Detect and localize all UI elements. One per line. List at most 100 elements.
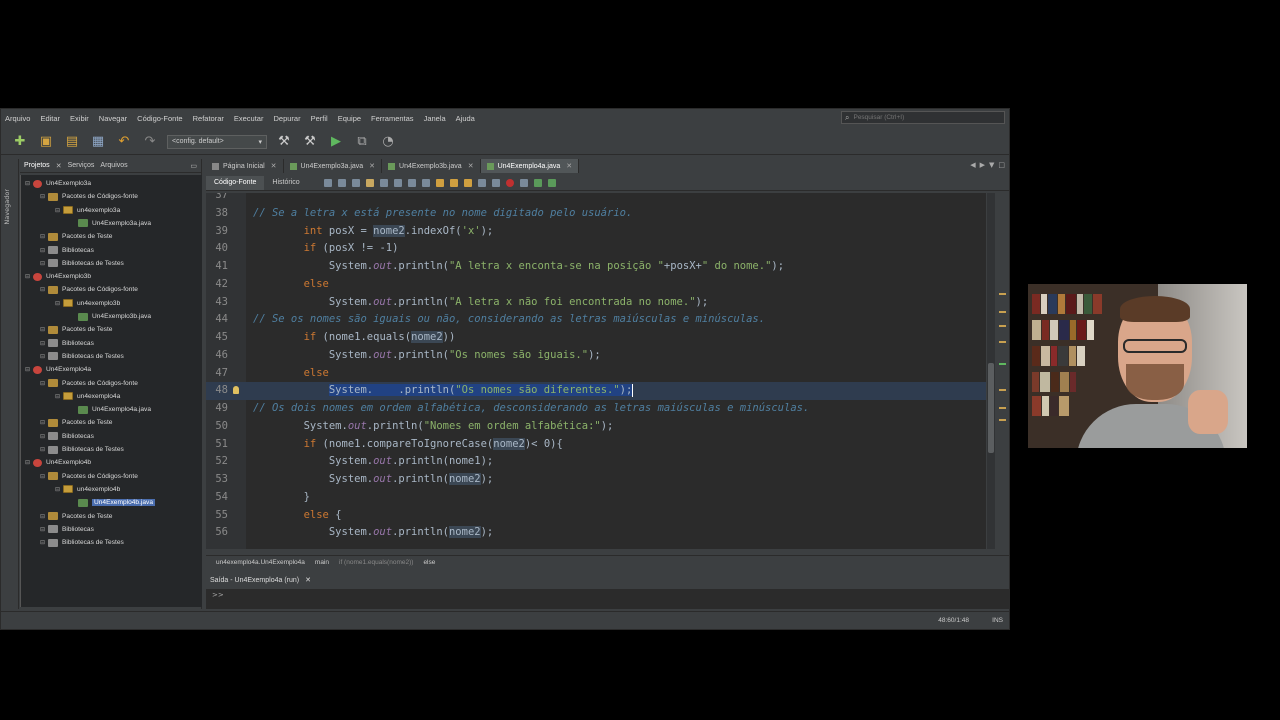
line-number[interactable]: 52 [206, 453, 228, 471]
expand-toggle-icon[interactable]: ⊟ [25, 180, 33, 187]
tab-source[interactable]: Código-Fonte [206, 175, 265, 190]
expand-toggle-icon[interactable]: ⊟ [40, 193, 48, 200]
expand-toggle-icon[interactable]: ⊟ [40, 526, 48, 533]
search-box[interactable]: ⌕ [841, 111, 1005, 124]
line-number[interactable]: 56 [206, 524, 228, 542]
last-edit-icon[interactable] [351, 178, 360, 187]
expand-toggle-icon[interactable]: ⊟ [40, 513, 48, 520]
project-tab[interactable]: Projetos [24, 162, 50, 169]
tree-item[interactable]: ⊟ un4exemplo4b [55, 483, 120, 496]
menu-item[interactable]: Executar [234, 114, 264, 123]
comment-icon[interactable] [533, 178, 542, 187]
menu-item[interactable]: Navegar [99, 114, 127, 123]
line-number[interactable]: 38 [206, 205, 228, 223]
tree-item[interactable]: ⊟ Bibliotecas de Testes [40, 443, 124, 456]
new-project-icon[interactable]: ▣ [37, 133, 55, 151]
forward-icon[interactable] [337, 178, 346, 187]
expand-toggle-icon[interactable]: ⊟ [25, 273, 33, 280]
expand-toggle-icon[interactable]: ⊟ [40, 340, 48, 347]
tree-item[interactable]: ⊟ Bibliotecas de Testes [40, 536, 124, 549]
breadcrumb-condition[interactable]: if (nome1.equals(nome2)) [339, 559, 413, 566]
code-line[interactable]: 43 System.out.println("A letra x não foi… [206, 294, 986, 312]
close-icon[interactable]: ✕ [468, 162, 474, 170]
close-icon[interactable]: ✕ [271, 162, 277, 170]
menu-item[interactable]: Janela [424, 114, 446, 123]
tree-item[interactable]: Un4Exemplo3b.java [70, 310, 151, 323]
code-line[interactable]: 54 } [206, 489, 986, 507]
file-tab[interactable]: Un4Exemplo4a.java ✕ [480, 159, 580, 173]
clean-build-icon[interactable]: ⚒ [301, 133, 319, 151]
stop-macro-icon[interactable] [505, 178, 514, 187]
expand-toggle-icon[interactable]: ⊟ [55, 300, 63, 307]
code-line[interactable]: 51 if (nome1.compareToIgnoreCase(nome2)<… [206, 436, 986, 454]
code-line[interactable]: 45 if (nome1.equals(nome2)) [206, 329, 986, 347]
expand-toggle-icon[interactable]: ⊟ [55, 393, 63, 400]
menu-item[interactable]: Exibir [70, 114, 89, 123]
tab-history[interactable]: Histórico [264, 176, 307, 190]
menu-item[interactable]: Perfil [311, 114, 328, 123]
tree-item[interactable]: ⊟ Un4Exemplo4a [25, 363, 91, 376]
code-line[interactable]: 50 System.out.println("Nomes em ordem al… [206, 418, 986, 436]
close-icon[interactable]: ✕ [369, 162, 375, 170]
expand-toggle-icon[interactable]: ⊟ [40, 233, 48, 240]
redo-icon[interactable]: ↷ [141, 133, 159, 151]
back-icon[interactable] [323, 178, 332, 187]
tree-item[interactable]: ⊟ Bibliotecas de Testes [40, 350, 124, 363]
editor-scrollbar[interactable] [987, 193, 995, 549]
chevron-down-icon[interactable]: ▼ [989, 161, 994, 169]
line-number[interactable]: 46 [206, 347, 228, 365]
line-number[interactable]: 37 [206, 193, 228, 205]
tree-item[interactable]: ⊟ un4exemplo3a [55, 204, 120, 217]
line-number[interactable]: 51 [206, 436, 228, 454]
tree-item[interactable]: ⊟ Pacotes de Teste [40, 416, 112, 429]
code-line[interactable]: 56 System.out.println(nome2); [206, 524, 986, 542]
code-line[interactable]: 44 // Se os nomes são iguais ou não, cons… [206, 311, 986, 329]
find-next-icon[interactable] [393, 178, 402, 187]
tree-item[interactable]: ⊟ Pacotes de Códigos-fonte [40, 190, 138, 203]
code-line[interactable]: 55 else { [206, 507, 986, 525]
expand-toggle-icon[interactable]: ⊟ [40, 247, 48, 254]
output-console[interactable]: >> [206, 589, 1009, 609]
close-icon[interactable]: ✕ [56, 162, 62, 170]
close-icon[interactable]: ✕ [305, 576, 311, 584]
uncomment-icon[interactable] [547, 178, 556, 187]
code-line[interactable]: 40 if (posX != -1) [206, 240, 986, 258]
expand-toggle-icon[interactable]: ⊟ [40, 433, 48, 440]
project-tab[interactable]: Serviços [68, 162, 95, 169]
line-number[interactable]: 44 [206, 311, 228, 329]
lightbulb-hint-icon[interactable] [233, 386, 239, 395]
shift-left-icon[interactable] [477, 178, 486, 187]
toggle-bookmark-icon[interactable] [463, 178, 472, 187]
new-file-icon[interactable]: ✚ [11, 133, 29, 151]
tree-item[interactable]: ⊟ Bibliotecas [40, 337, 94, 350]
minimize-icon[interactable]: ▭ [190, 162, 197, 170]
build-hammer-icon[interactable]: ⚒ [275, 133, 293, 151]
output-tab[interactable]: Saída - Un4Exemplo4a (run) ✕ [206, 573, 1009, 587]
line-number[interactable]: 41 [206, 258, 228, 276]
code-line[interactable]: 49 // Os dois nomes em ordem alfabética, … [206, 400, 986, 418]
toggle-highlight-icon[interactable] [407, 178, 416, 187]
stripe-mark[interactable] [999, 293, 1006, 295]
breadcrumb-method[interactable]: main [315, 559, 329, 566]
tree-item[interactable]: ⊟ Pacotes de Teste [40, 230, 112, 243]
close-icon[interactable]: ✕ [566, 162, 572, 170]
expand-toggle-icon[interactable]: ⊟ [40, 353, 48, 360]
breadcrumb-file[interactable]: un4exemplo4a.Un4Exemplo4a [216, 559, 305, 566]
code-line[interactable]: 37 [206, 193, 986, 205]
expand-toggle-icon[interactable]: ⊟ [40, 286, 48, 293]
line-number[interactable]: 48 [206, 382, 228, 400]
expand-toggle-icon[interactable]: ⊟ [25, 366, 33, 373]
tree-item[interactable]: ⊟ Un4Exemplo3b [25, 270, 91, 283]
code-line[interactable]: 48 System. .println("Os nomes são difere… [206, 382, 986, 400]
tree-item[interactable]: ⊟ Pacotes de Teste [40, 323, 112, 336]
find-prev-icon[interactable] [379, 178, 388, 187]
menu-item[interactable]: Equipe [338, 114, 361, 123]
tree-item[interactable]: ⊟ Pacotes de Códigos-fonte [40, 283, 138, 296]
code-line[interactable]: 53 System.out.println(nome2); [206, 471, 986, 489]
toggle-rect-icon[interactable] [421, 178, 430, 187]
menu-item[interactable]: Ferramentas [371, 114, 414, 123]
menu-item[interactable]: Editar [40, 114, 60, 123]
code-line[interactable]: 47 else [206, 365, 986, 383]
tree-item[interactable]: ⊟ Un4Exemplo3a [25, 177, 91, 190]
code-line[interactable]: 39 int posX = nome2.indexOf('x'); [206, 223, 986, 241]
